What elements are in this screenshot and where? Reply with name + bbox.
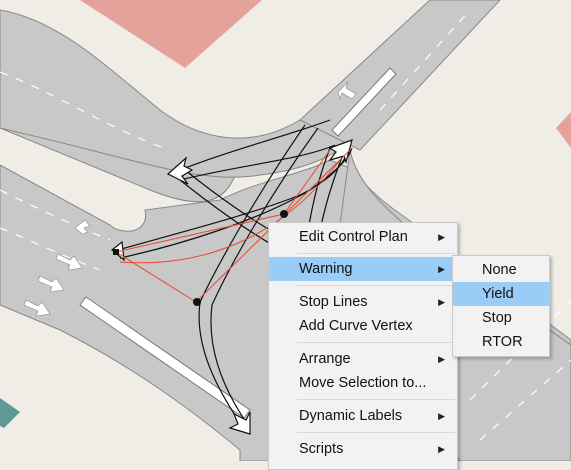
submenu-item-stop[interactable]: Stop bbox=[453, 306, 549, 330]
menu-item-label: Edit Control Plan bbox=[299, 229, 408, 245]
menu-item-warning[interactable]: Warning ▶ bbox=[269, 257, 457, 281]
vertex-handle-icon[interactable] bbox=[113, 249, 119, 255]
menu-item-label: Add Curve Vertex bbox=[299, 318, 413, 334]
menu-separator bbox=[297, 399, 455, 400]
menu-item-add-curve-vertex[interactable]: Add Curve Vertex bbox=[269, 314, 457, 338]
menu-item-label: Stop Lines bbox=[299, 294, 368, 310]
context-menu: Edit Control Plan ▶ Warning ▶ Stop Lines… bbox=[268, 222, 458, 470]
building-pink-top bbox=[80, 0, 262, 68]
menu-item-label: Warning bbox=[299, 261, 353, 277]
menu-item-label: Dynamic Labels bbox=[299, 408, 403, 424]
submenu-arrow-icon: ▶ bbox=[438, 411, 445, 421]
submenu-item-label: RTOR bbox=[482, 334, 523, 350]
road-north bbox=[299, 0, 501, 151]
menu-separator bbox=[297, 342, 455, 343]
submenu-item-none[interactable]: None bbox=[453, 258, 549, 282]
submenu-item-rtor[interactable]: RTOR bbox=[453, 330, 549, 354]
menu-separator bbox=[297, 253, 455, 254]
submenu-arrow-icon: ▶ bbox=[438, 444, 445, 454]
submenu-item-yield[interactable]: Yield bbox=[453, 282, 549, 306]
menu-item-label: Arrange bbox=[299, 351, 351, 367]
menu-separator bbox=[297, 285, 455, 286]
menu-item-stop-lines[interactable]: Stop Lines ▶ bbox=[269, 290, 457, 314]
menu-item-label: Scripts bbox=[299, 441, 344, 457]
submenu-item-label: None bbox=[482, 262, 517, 278]
building-teal bbox=[0, 398, 20, 428]
submenu-arrow-icon: ▶ bbox=[438, 264, 445, 274]
vertex-handle-icon[interactable] bbox=[193, 298, 201, 306]
submenu-arrow-icon: ▶ bbox=[438, 232, 445, 242]
warning-submenu: None Yield Stop RTOR bbox=[452, 255, 550, 357]
menu-item-label: Move Selection to... bbox=[299, 375, 427, 391]
menu-item-scripts[interactable]: Scripts ▶ bbox=[269, 437, 457, 461]
submenu-arrow-icon: ▶ bbox=[438, 354, 445, 364]
vertex-handle-icon[interactable] bbox=[280, 210, 288, 218]
menu-item-edit-control-plan[interactable]: Edit Control Plan ▶ bbox=[269, 225, 457, 249]
menu-item-move-selection[interactable]: Move Selection to... bbox=[269, 371, 457, 395]
submenu-item-label: Stop bbox=[482, 310, 512, 326]
submenu-item-label: Yield bbox=[482, 286, 514, 302]
submenu-arrow-icon: ▶ bbox=[438, 297, 445, 307]
menu-item-arrange[interactable]: Arrange ▶ bbox=[269, 347, 457, 371]
menu-separator bbox=[297, 432, 455, 433]
building-pink-right bbox=[556, 112, 571, 148]
menu-item-dynamic-labels[interactable]: Dynamic Labels ▶ bbox=[269, 404, 457, 428]
